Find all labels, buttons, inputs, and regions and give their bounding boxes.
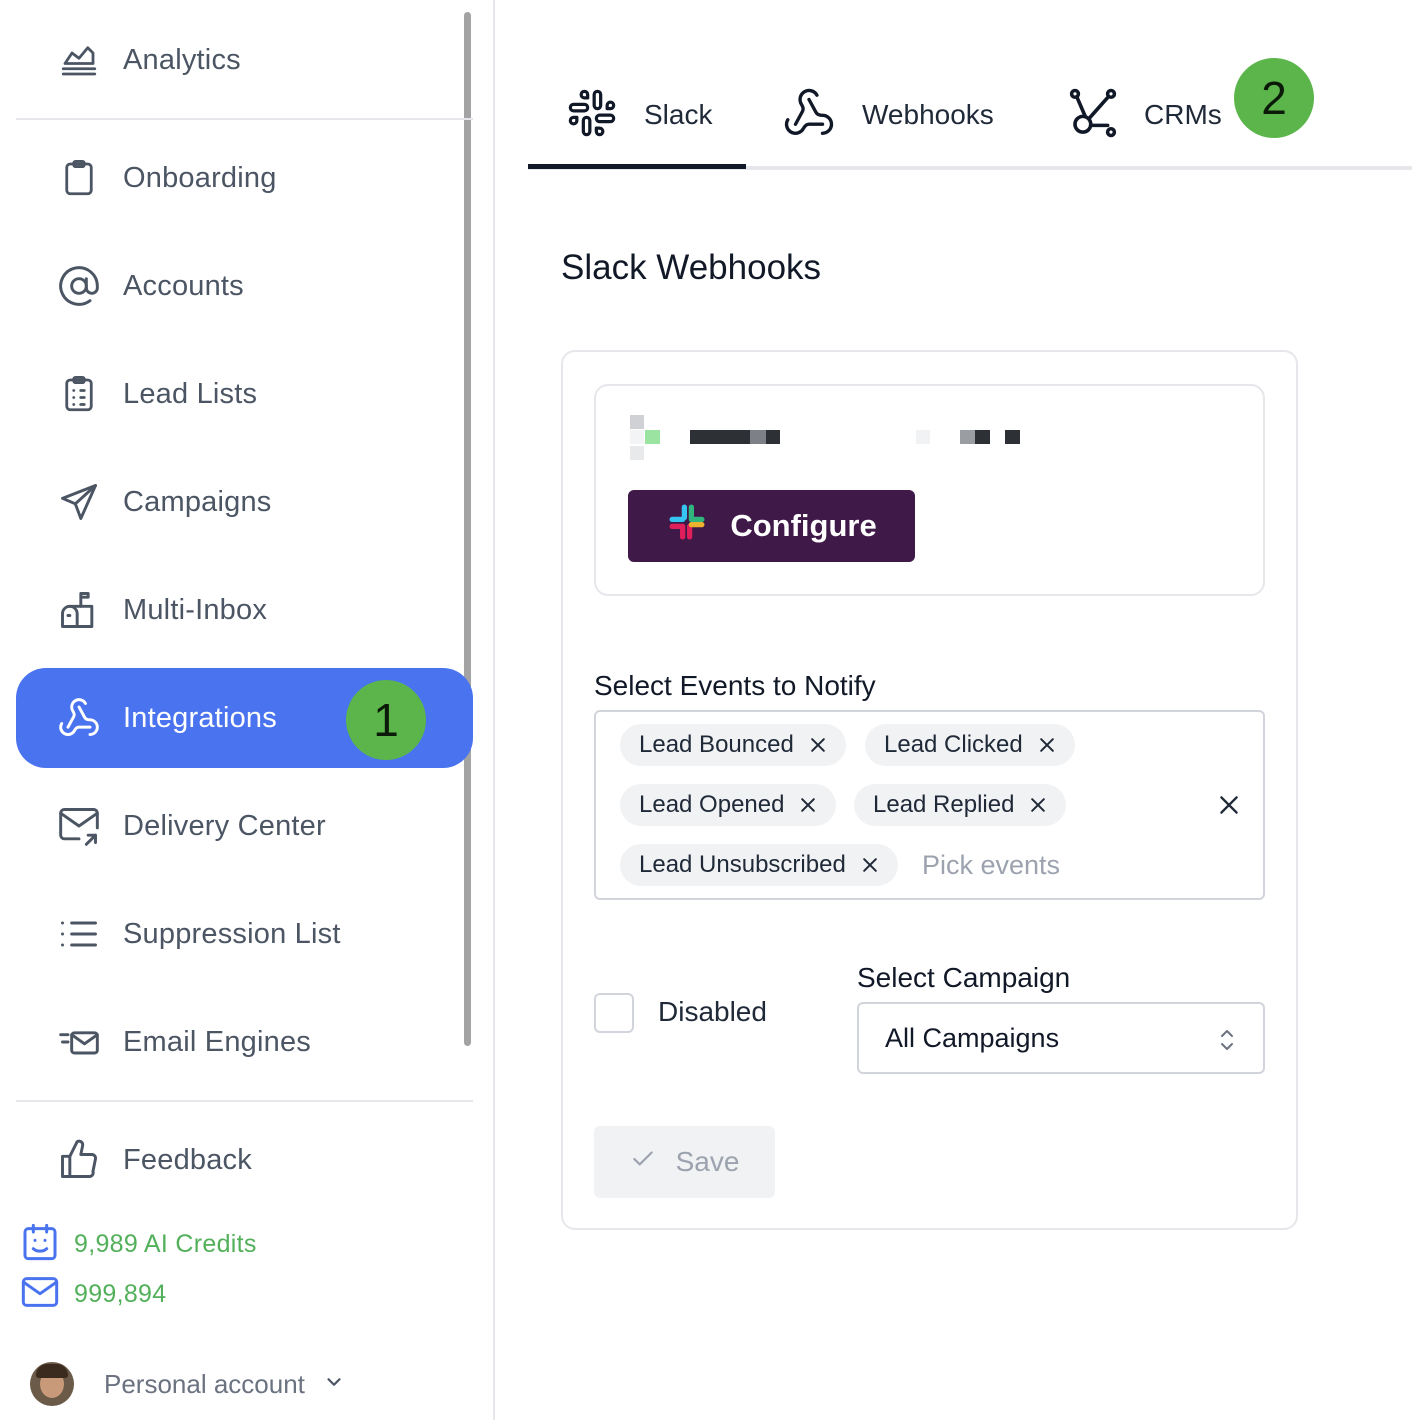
configure-button[interactable]: Configure bbox=[628, 490, 915, 562]
event-chip-label: Lead Replied bbox=[873, 791, 1015, 818]
send-icon bbox=[56, 479, 102, 525]
remove-chip-icon[interactable] bbox=[1037, 735, 1057, 755]
clear-all-icon[interactable] bbox=[1216, 792, 1242, 823]
crm-nodes-icon bbox=[1066, 86, 1120, 145]
tab-webhooks[interactable]: Webhooks bbox=[782, 84, 994, 146]
event-chip: Lead Clicked bbox=[865, 724, 1075, 766]
list-clipboard-icon bbox=[56, 371, 102, 417]
sidebar-item-label: Feedback bbox=[123, 1143, 252, 1176]
webhook-icon bbox=[56, 695, 102, 741]
sidebar-item-accounts[interactable]: Accounts bbox=[16, 236, 473, 336]
clipboard-icon bbox=[56, 155, 102, 201]
remove-chip-icon[interactable] bbox=[1028, 795, 1048, 815]
sidebar-item-label: Onboarding bbox=[123, 161, 277, 194]
account-switcher[interactable]: Personal account bbox=[30, 1362, 345, 1406]
save-button[interactable]: Save bbox=[594, 1126, 775, 1198]
sidebar-item-suppression-list[interactable]: Suppression List bbox=[16, 884, 473, 984]
disabled-label: Disabled bbox=[658, 996, 767, 1027]
sidebar-item-delivery-center[interactable]: Delivery Center bbox=[16, 776, 473, 876]
tab-label: Webhooks bbox=[862, 99, 994, 130]
events-label: Select Events to Notify bbox=[594, 670, 876, 701]
tab-crms[interactable]: CRMs bbox=[1066, 84, 1222, 146]
event-chip-label: Lead Unsubscribed bbox=[639, 851, 846, 878]
sidebar-item-lead-lists[interactable]: Lead Lists bbox=[16, 344, 473, 444]
remove-chip-icon[interactable] bbox=[798, 795, 818, 815]
email-credits: 999,894 bbox=[20, 1272, 166, 1317]
sidebar-item-label: Suppression List bbox=[123, 917, 341, 950]
sidebar-item-label: Multi-Inbox bbox=[123, 593, 268, 626]
sidebar-item-multi-inbox[interactable]: Multi-Inbox bbox=[16, 560, 473, 660]
sidebar-item-onboarding[interactable]: Onboarding bbox=[16, 128, 473, 228]
avatar bbox=[30, 1362, 74, 1406]
event-chip-label: Lead Bounced bbox=[639, 731, 794, 758]
event-chip: Lead Unsubscribed bbox=[620, 844, 898, 886]
event-chip-label: Lead Opened bbox=[639, 791, 785, 818]
list-icon bbox=[56, 911, 102, 957]
robot-calendar-icon bbox=[20, 1222, 60, 1267]
sidebar-divider bbox=[16, 1100, 473, 1102]
slack-icon bbox=[566, 87, 618, 144]
chevron-up-down-icon bbox=[1215, 1026, 1239, 1061]
account-label: Personal account bbox=[104, 1368, 305, 1399]
page-title: Slack Webhooks bbox=[561, 248, 822, 287]
remove-chip-icon[interactable] bbox=[860, 855, 880, 875]
tab-label: CRMs bbox=[1144, 99, 1222, 130]
event-chip: Lead Opened bbox=[620, 784, 837, 826]
mail-arrow-icon bbox=[56, 803, 102, 849]
campaign-select[interactable]: All Campaigns bbox=[857, 1002, 1265, 1074]
sidebar-item-analytics[interactable]: Analytics bbox=[16, 10, 473, 110]
chevron-down-icon bbox=[323, 1371, 345, 1398]
mail-icon bbox=[20, 1272, 60, 1317]
annotation-badge-2: 2 bbox=[1234, 58, 1314, 138]
active-tab-indicator bbox=[528, 164, 746, 169]
event-chip: Lead Bounced bbox=[620, 724, 846, 766]
sidebar-item-label: Email Engines bbox=[123, 1025, 311, 1058]
analytics-icon bbox=[56, 37, 102, 83]
at-sign-icon bbox=[56, 263, 102, 309]
thumbs-up-icon bbox=[56, 1137, 102, 1183]
check-icon bbox=[630, 1146, 656, 1179]
slack-logo-icon bbox=[666, 501, 708, 551]
campaign-select-value: All Campaigns bbox=[885, 1022, 1060, 1053]
tab-slack[interactable]: Slack bbox=[566, 84, 712, 146]
sidebar-item-label: Analytics bbox=[123, 43, 241, 76]
email-credits-label: 999,894 bbox=[74, 1280, 167, 1308]
sidebar-item-label: Integrations bbox=[123, 701, 277, 734]
sidebar-item-label: Campaigns bbox=[123, 485, 272, 518]
annotation-badge-1: 1 bbox=[346, 680, 426, 760]
fast-mail-icon bbox=[56, 1019, 102, 1065]
sidebar-divider bbox=[16, 118, 473, 120]
sidebar-item-label: Lead Lists bbox=[123, 377, 258, 410]
remove-chip-icon[interactable] bbox=[808, 735, 828, 755]
webhook-icon bbox=[782, 86, 836, 145]
event-chip: Lead Replied bbox=[854, 784, 1067, 826]
events-search-input[interactable]: Pick events bbox=[922, 850, 1060, 881]
sidebar-item-feedback[interactable]: Feedback bbox=[16, 1110, 473, 1210]
event-chip-label: Lead Clicked bbox=[884, 731, 1023, 758]
tab-label: Slack bbox=[644, 99, 713, 130]
save-label: Save bbox=[675, 1146, 740, 1177]
sidebar-item-label: Delivery Center bbox=[123, 809, 326, 842]
mailbox-icon bbox=[56, 587, 102, 633]
sidebar-item-email-engines[interactable]: Email Engines bbox=[16, 992, 473, 1092]
disabled-checkbox[interactable] bbox=[594, 993, 634, 1033]
campaign-label: Select Campaign bbox=[857, 962, 1071, 993]
ai-credits: 9,989 AI Credits bbox=[20, 1222, 257, 1267]
configure-label: Configure bbox=[730, 508, 877, 543]
sidebar-item-label: Accounts bbox=[123, 269, 244, 302]
sidebar-item-campaigns[interactable]: Campaigns bbox=[16, 452, 473, 552]
ai-credits-label: 9,989 AI Credits bbox=[74, 1230, 257, 1258]
